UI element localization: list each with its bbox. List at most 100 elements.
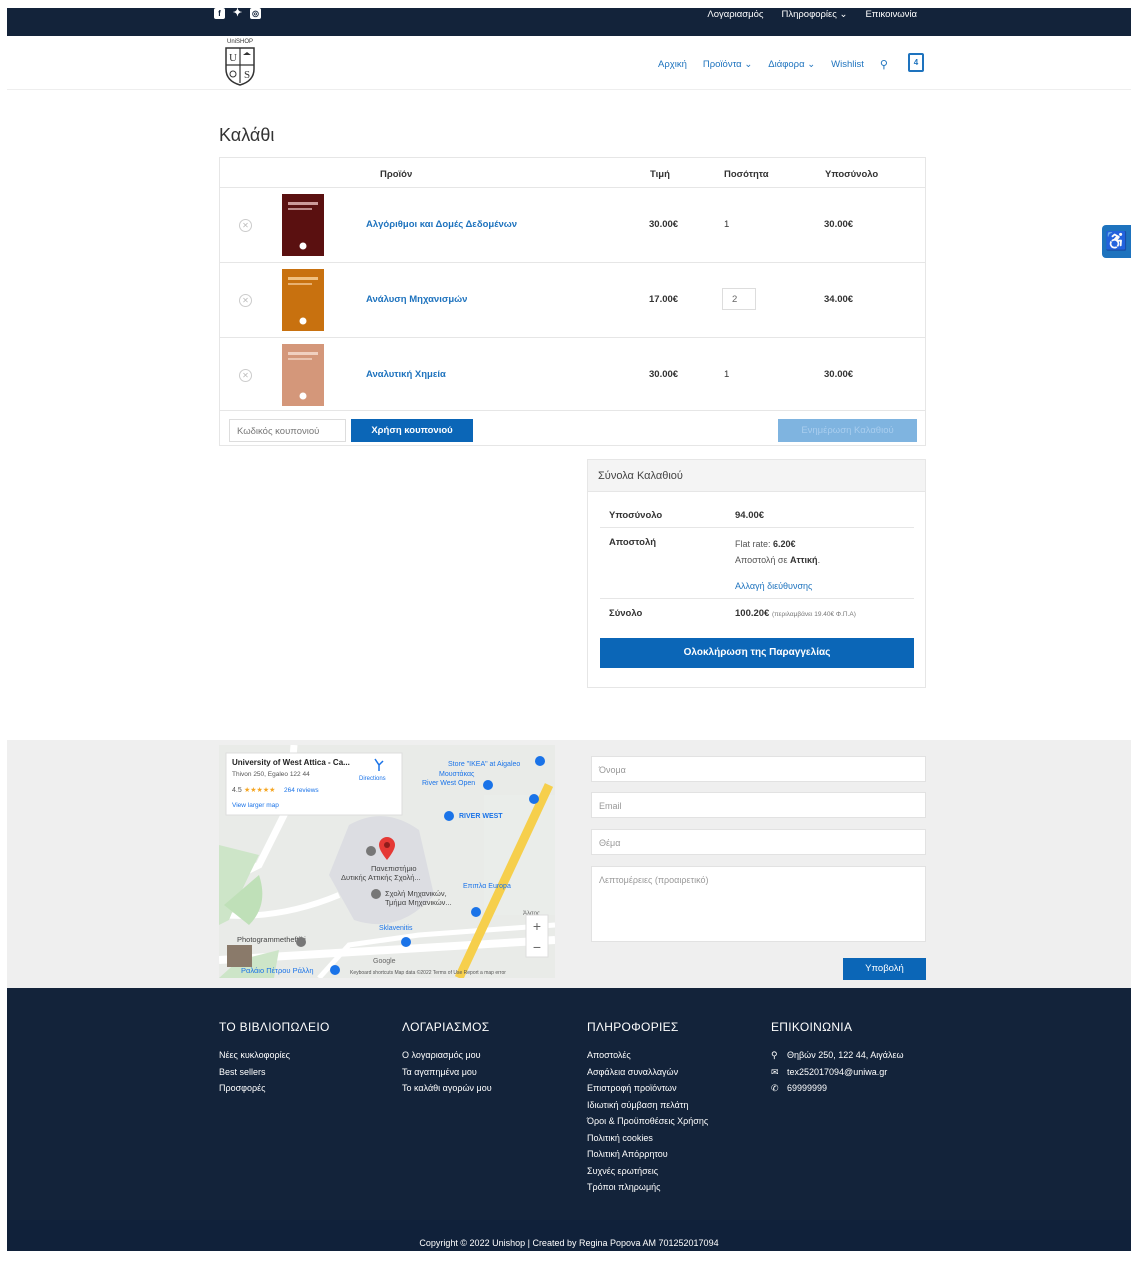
footer-link[interactable]: Το καλάθι αγορών μου <box>402 1080 492 1097</box>
social-links: f ✦ ◎ <box>214 8 261 19</box>
quantity-input[interactable]: 2 <box>722 288 756 310</box>
footer-address: ⚲ Θηβών 250, 122 44, Αιγάλεω <box>771 1047 904 1064</box>
apply-coupon-button[interactable]: Χρήση κουπονιού <box>351 419 473 442</box>
footer-link[interactable]: Πολιτική cookies <box>587 1130 708 1147</box>
submit-button[interactable]: Υποβολή <box>843 958 926 980</box>
top-link-info[interactable]: Πληροφορίες ⌄ <box>781 9 847 20</box>
footer-link[interactable]: Αποστολές <box>587 1047 708 1064</box>
map-label-river-west-open: River West Open <box>422 780 475 787</box>
update-cart-button[interactable]: Ενημέρωση Καλαθιού <box>778 419 917 442</box>
accessibility-icon[interactable]: ♿ <box>1102 225 1131 258</box>
product-price: 30.00€ <box>649 369 679 380</box>
svg-text:S: S <box>244 69 250 81</box>
map-label-ikea: Store "IKEA" at Aigaleo <box>448 761 520 768</box>
nav-misc[interactable]: Διάφορα ⌄ <box>768 59 815 70</box>
footer-link[interactable]: Ιδιωτική σύμβαση πελάτη <box>587 1097 708 1114</box>
footer-email[interactable]: ✉ tex252017094@uniwa.gr <box>771 1064 904 1081</box>
shipping-region: Αττική <box>790 555 818 565</box>
footer-link[interactable]: Ο λογαριασμός μου <box>402 1047 492 1064</box>
map-pin-icon: ⚲ <box>771 1050 778 1060</box>
embedded-map[interactable]: University of West Attica - Ca... Thivon… <box>219 745 555 978</box>
footer-link[interactable]: Ασφάλεια συναλλαγών <box>587 1064 708 1081</box>
instagram-icon[interactable]: ◎ <box>250 8 261 19</box>
total-label: Σύνολο <box>609 608 643 619</box>
footer-col-title: ΛΟΓΑΡΙΑΣΜΟΣ <box>402 1020 490 1034</box>
footer-link[interactable]: Προσφορές <box>219 1080 330 1097</box>
footer-link[interactable]: Επιστροφή προϊόντων <box>587 1080 708 1097</box>
map-label-sklavenitis: Sklavenitis <box>379 925 413 932</box>
shipping-to-label: Αποστολή σε <box>735 555 788 565</box>
vat-note: (περιλαμβάνει 19.40€ Φ.Π.Α) <box>771 611 856 618</box>
col-quantity: Ποσότητα <box>724 169 769 180</box>
cart-table: Προϊόν Τιμή Ποσότητα Υποσύνολο ✕ Αλγόριθ… <box>219 157 926 446</box>
table-row: ✕ Αναλυτική Χημεία 30.00€ 1 30.00€ <box>220 337 925 412</box>
subtotal-label: Υποσύνολο <box>609 510 663 521</box>
page-title: Καλάθι <box>219 125 275 145</box>
footer-col-title: ΠΛΗΡΟΦΟΡΙΕΣ <box>587 1020 679 1034</box>
map-label-palace: Ραλάιο Πέτρου Ράλλη <box>241 966 314 975</box>
product-name-link[interactable]: Αλγόριθμοι και Δομές Δεδομένων <box>366 219 517 230</box>
shipping-rate-value: 6.20€ <box>773 539 796 549</box>
map-reviews-link[interactable]: 264 reviews <box>284 787 319 794</box>
product-thumbnail[interactable] <box>282 344 324 406</box>
product-subtotal: 30.00€ <box>824 219 854 230</box>
zoom-in-icon[interactable]: + <box>533 918 541 934</box>
checkout-button[interactable]: Ολοκλήρωση της Παραγγελίας <box>600 638 914 668</box>
search-icon[interactable]: ⚲ <box>880 58 888 71</box>
phone-text: 69999999 <box>787 1083 828 1093</box>
remove-item-icon[interactable]: ✕ <box>239 294 252 307</box>
map-label-school: Σχολή Μηχανικών, <box>385 889 447 898</box>
nav-home[interactable]: Αρχική <box>658 59 687 70</box>
subject-field[interactable]: Θέμα <box>591 829 926 855</box>
change-address-link[interactable]: Αλλαγή διεύθυνσης <box>735 581 812 591</box>
shipping-destination: Αποστολή σε Αττική. <box>735 555 821 565</box>
product-subtotal: 30.00€ <box>824 369 854 380</box>
footer-link[interactable]: Best sellers <box>219 1064 330 1081</box>
map-footer-links[interactable]: Keyboard shortcuts Map data ©2022 Terms … <box>350 969 506 976</box>
product-subtotal: 34.00€ <box>824 294 854 305</box>
details-textarea[interactable]: Λεπτομέρειες (προαιρετικό) <box>591 866 926 942</box>
product-thumbnail[interactable] <box>282 194 324 256</box>
product-name-link[interactable]: Αναλυτική Χημεία <box>366 369 446 380</box>
divider <box>600 527 914 528</box>
top-link-contact[interactable]: Επικοινωνία <box>865 9 917 20</box>
cart-icon[interactable]: 4 <box>908 53 924 72</box>
view-larger-map-link[interactable]: View larger map <box>232 802 279 809</box>
footer-link[interactable]: Όροι & Προϋποθέσεις Χρήσης <box>587 1113 708 1130</box>
divider <box>600 598 914 599</box>
cart-totals: Σύνολα Καλαθιού Υποσύνολο 94.00€ Αποστολ… <box>587 459 926 688</box>
nav-products[interactable]: Προϊόντα ⌄ <box>703 59 752 70</box>
zoom-out-icon[interactable]: − <box>533 939 541 955</box>
nav-wishlist[interactable]: Wishlist <box>831 59 864 70</box>
facebook-icon[interactable]: f <box>214 8 225 19</box>
twitter-icon[interactable]: ✦ <box>232 8 243 19</box>
map-rating: 4.5 <box>232 787 242 794</box>
phone-icon: ✆ <box>771 1083 779 1093</box>
product-price: 17.00€ <box>649 294 679 305</box>
remove-item-icon[interactable]: ✕ <box>239 369 252 382</box>
map-directions-link[interactable]: Directions <box>359 776 386 782</box>
footer-link[interactable]: Συχνές ερωτήσεις <box>587 1163 708 1180</box>
email-field[interactable]: Email <box>591 792 926 818</box>
footer-phone[interactable]: ✆ 69999999 <box>771 1080 904 1097</box>
logo-icon[interactable]: U S <box>221 39 259 87</box>
top-links: Λογαριασμός Πληροφορίες ⌄ Επικοινωνία <box>707 9 917 20</box>
footer-link[interactable]: Τα αγαπημένα μου <box>402 1064 492 1081</box>
footer-col-account: ΛΟΓΑΡΙΑΣΜΟΣ Ο λογαριασμός μου Τα αγαπημέ… <box>402 1020 492 1097</box>
remove-item-icon[interactable]: ✕ <box>239 219 252 232</box>
footer-link[interactable]: Τρόποι πληρωμής <box>587 1179 708 1196</box>
footer-link[interactable]: Πολιτική Απόρρητου <box>587 1146 708 1163</box>
product-thumbnail[interactable] <box>282 269 324 331</box>
coupon-input[interactable]: Κωδικός κουπονιού <box>229 419 346 442</box>
map-label-europa: Επιπλα Europa <box>463 883 511 890</box>
copyright: Copyright © 2022 Unishop | Created by Re… <box>7 1220 1131 1251</box>
main-nav: Αρχική Προϊόντα ⌄ Διάφορα ⌄ Wishlist ⚲ <box>658 58 888 71</box>
footer-link[interactable]: Νέες κυκλοφορίες <box>219 1047 330 1064</box>
product-name-link[interactable]: Ανάλυση Μηχανισμών <box>366 294 467 305</box>
totals-heading: Σύνολα Καλαθιού <box>588 460 925 492</box>
col-price: Τιμή <box>650 169 670 180</box>
name-field[interactable]: Όνομα <box>591 756 926 782</box>
total-value-group: 100.20€ (περιλαμβάνει 19.40€ Φ.Π.Α) <box>735 608 856 619</box>
top-link-account[interactable]: Λογαριασμός <box>707 9 763 20</box>
svg-text:U: U <box>229 52 237 64</box>
